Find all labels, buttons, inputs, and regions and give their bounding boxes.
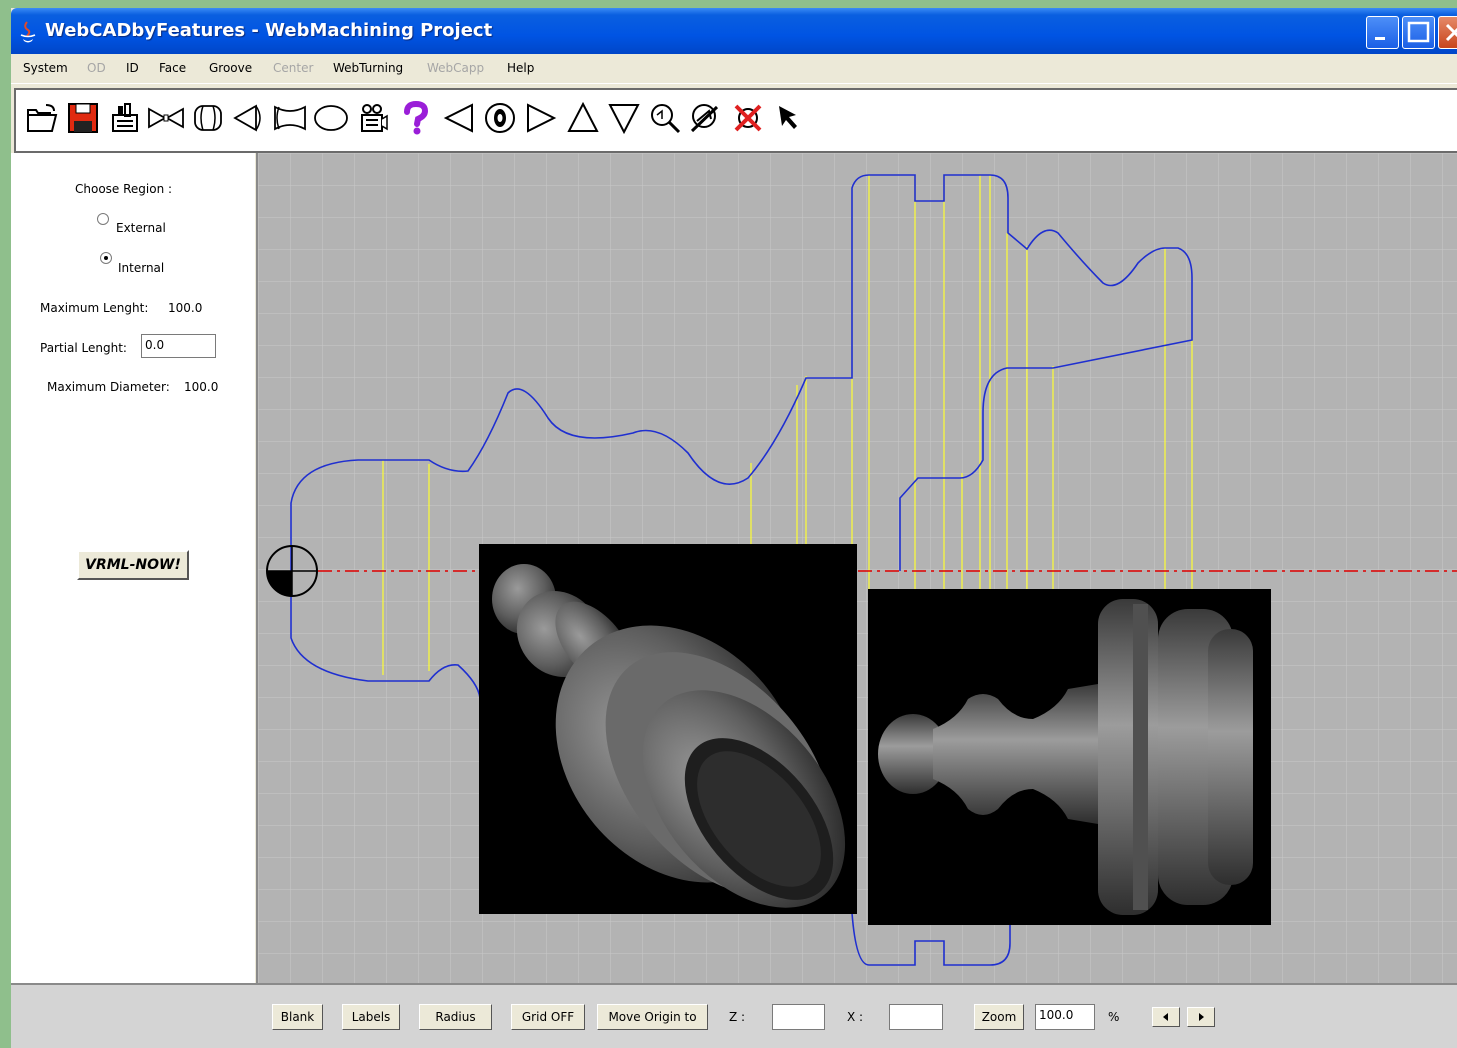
radius-button[interactable]: Radius (419, 1004, 492, 1030)
save-button[interactable] (64, 99, 102, 137)
internal-label[interactable]: Internal (118, 261, 164, 275)
blank-button[interactable]: Blank (272, 1004, 323, 1030)
max-length-label: Maximum Lenght: (40, 301, 149, 315)
arrow-right-button[interactable] (522, 99, 560, 137)
menu-center[interactable]: Center (273, 61, 313, 75)
arrow-right-icon (527, 103, 557, 133)
labels-button[interactable]: Labels (342, 1004, 400, 1030)
menu-system[interactable]: System (23, 61, 68, 75)
cylinder-button[interactable] (189, 99, 227, 137)
cone-left-icon (233, 104, 261, 132)
bottom-controls: Blank Labels Radius Grid OFF Move Origin… (11, 983, 1457, 1048)
zoom-button-bottom[interactable]: Zoom (974, 1004, 1024, 1030)
delete-icon (734, 104, 762, 132)
target-icon (485, 103, 515, 133)
zoom-rotate-button[interactable] (687, 99, 725, 137)
vrml-render-angled (479, 544, 857, 914)
help-icon (404, 101, 429, 135)
hourglass-icon (148, 107, 184, 129)
arrow-down-icon (608, 104, 640, 135)
percent-label: % (1108, 1010, 1120, 1024)
target-button[interactable] (481, 99, 519, 137)
zoom-button[interactable] (646, 99, 684, 137)
ellipse-icon (314, 105, 348, 131)
desktop-strip (0, 0, 11, 1048)
close-icon (1445, 23, 1457, 42)
open-icon (27, 104, 58, 132)
app-window: WebCADbyFeatures - WebMachining Project … (11, 8, 1457, 1048)
camera-icon (361, 104, 388, 132)
delete-button[interactable] (729, 99, 767, 137)
external-radio[interactable] (97, 213, 109, 225)
zoom-increase-button[interactable] (1187, 1007, 1215, 1027)
turned-part-render-2 (878, 599, 1253, 915)
external-label[interactable]: External (116, 221, 166, 235)
toolbar (14, 88, 1457, 153)
caret-left-icon (1163, 1013, 1168, 1021)
choose-region-label: Choose Region : (75, 182, 173, 196)
camera-button[interactable] (354, 99, 392, 137)
partial-length-input[interactable]: 0.0 (141, 334, 216, 358)
hourglass-button[interactable] (147, 99, 185, 137)
zoom-icon (651, 104, 681, 134)
x-label: X : (847, 1010, 864, 1024)
java-app-icon (20, 21, 36, 43)
menu-groove[interactable]: Groove (209, 61, 252, 75)
cone-left-button[interactable] (230, 99, 268, 137)
internal-radio[interactable] (100, 252, 112, 264)
grid (258, 153, 1457, 983)
maximize-icon (1407, 21, 1430, 43)
machine-icon (112, 103, 138, 132)
turned-part-render-1 (492, 564, 846, 908)
menu-bar: System OD ID Face Groove Center WebTurni… (11, 54, 1457, 84)
pointer-button[interactable] (770, 99, 808, 137)
close-button[interactable] (1438, 16, 1457, 49)
z-input[interactable] (772, 1004, 825, 1030)
arrow-left-button[interactable] (440, 99, 478, 137)
max-diameter-label: Maximum Diameter: (47, 380, 170, 394)
title-bar[interactable]: WebCADbyFeatures - WebMachining Project (11, 8, 1457, 54)
grid-toggle-button[interactable]: Grid OFF (511, 1004, 585, 1030)
maximize-button[interactable] (1402, 16, 1435, 49)
menu-id[interactable]: ID (126, 61, 139, 75)
zoom-input[interactable]: 100.0 (1035, 1004, 1095, 1030)
max-diameter-value: 100.0 (184, 380, 219, 394)
z-label: Z : (729, 1010, 746, 1024)
save-icon (68, 103, 98, 133)
machine-button[interactable] (106, 99, 144, 137)
cylinder-icon (194, 105, 222, 131)
window-title: WebCADbyFeatures - WebMachining Project (45, 20, 493, 41)
pointer-icon (779, 106, 797, 129)
help-button[interactable] (396, 99, 434, 137)
arrow-up-button[interactable] (564, 99, 602, 137)
drawing-canvas[interactable] (256, 153, 1457, 983)
concave-button[interactable] (271, 99, 309, 137)
region-panel: Choose Region : External Internal Maximu… (11, 153, 255, 983)
x-input[interactable] (889, 1004, 943, 1030)
zoom-decrease-button[interactable] (1152, 1007, 1180, 1027)
menu-webturning[interactable]: WebTurning (333, 61, 403, 75)
arrow-down-button[interactable] (605, 99, 643, 137)
vrml-render-side (868, 589, 1271, 925)
menu-webcapp[interactable]: WebCapp (427, 61, 484, 75)
max-length-value: 100.0 (168, 301, 203, 315)
minimize-icon (1375, 37, 1385, 40)
origin-marker[interactable] (266, 545, 318, 597)
menu-help[interactable]: Help (507, 61, 534, 75)
menu-face[interactable]: Face (159, 61, 186, 75)
move-origin-button[interactable]: Move Origin to (597, 1004, 708, 1030)
zoom-rotate-icon (690, 104, 719, 133)
ellipse-button[interactable] (312, 99, 350, 137)
minimize-button[interactable] (1366, 16, 1399, 49)
open-button[interactable] (22, 99, 60, 137)
partial-length-label: Partial Lenght: (40, 341, 127, 355)
profile-drawing (258, 153, 1457, 983)
concave-icon (274, 105, 306, 131)
vrml-now-button[interactable]: VRML-NOW! (77, 550, 189, 580)
caret-right-icon (1199, 1013, 1204, 1021)
menu-od[interactable]: OD (87, 61, 106, 75)
arrow-up-icon (567, 101, 599, 132)
arrow-left-icon (443, 103, 473, 133)
